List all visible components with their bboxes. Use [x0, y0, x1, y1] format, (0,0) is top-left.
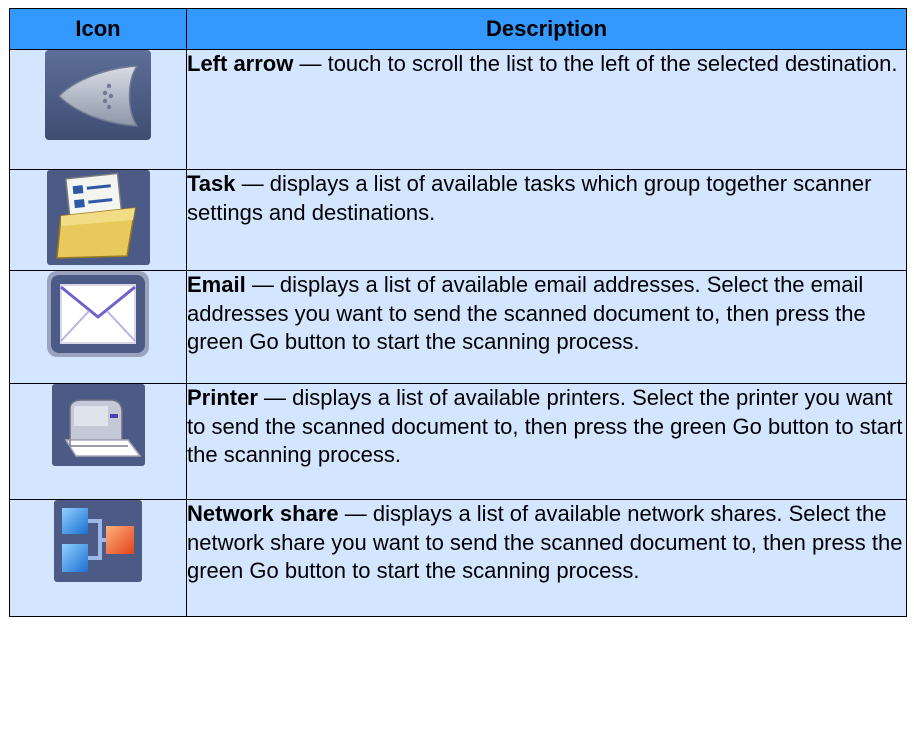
header-description: Description	[186, 8, 907, 50]
icon-cell	[9, 49, 187, 170]
left-arrow-icon	[45, 50, 151, 140]
row-title: Left arrow	[187, 51, 294, 76]
row-title: Email	[187, 272, 246, 297]
table-row: Printer — displays a list of available p…	[9, 383, 907, 500]
description-cell: Network share — displays a list of avail…	[186, 499, 907, 617]
printer-icon	[51, 384, 145, 466]
row-text: — touch to scroll the list to the left o…	[293, 51, 898, 76]
row-title: Printer	[187, 385, 258, 410]
table-row: Email — displays a list of available ema…	[9, 270, 907, 384]
icon-description-table: Icon Description Left arrow — touch to s…	[9, 8, 907, 617]
email-envelope-icon	[47, 271, 149, 357]
icon-cell	[9, 383, 187, 500]
table-row: Task — displays a list of available task…	[9, 169, 907, 271]
network-share-icon	[54, 500, 142, 582]
description-cell: Email — displays a list of available ema…	[186, 270, 907, 384]
icon-cell	[9, 169, 187, 271]
row-title: Network share	[187, 501, 339, 526]
row-title: Task	[187, 171, 236, 196]
table-row: Network share — displays a list of avail…	[9, 499, 907, 617]
description-cell: Printer — displays a list of available p…	[186, 383, 907, 500]
header-icon: Icon	[9, 8, 187, 50]
description-cell: Task — displays a list of available task…	[186, 169, 907, 271]
task-folder-icon	[46, 170, 150, 265]
row-text: — displays a list of available tasks whi…	[187, 171, 872, 225]
description-cell: Left arrow — touch to scroll the list to…	[186, 49, 907, 170]
icon-cell	[9, 270, 187, 384]
row-text: — displays a list of available printers.…	[187, 385, 903, 468]
icon-cell	[9, 499, 187, 617]
table-header-row: Icon Description	[9, 8, 907, 50]
table-row: Left arrow — touch to scroll the list to…	[9, 49, 907, 170]
row-text: — displays a list of available email add…	[187, 272, 866, 355]
